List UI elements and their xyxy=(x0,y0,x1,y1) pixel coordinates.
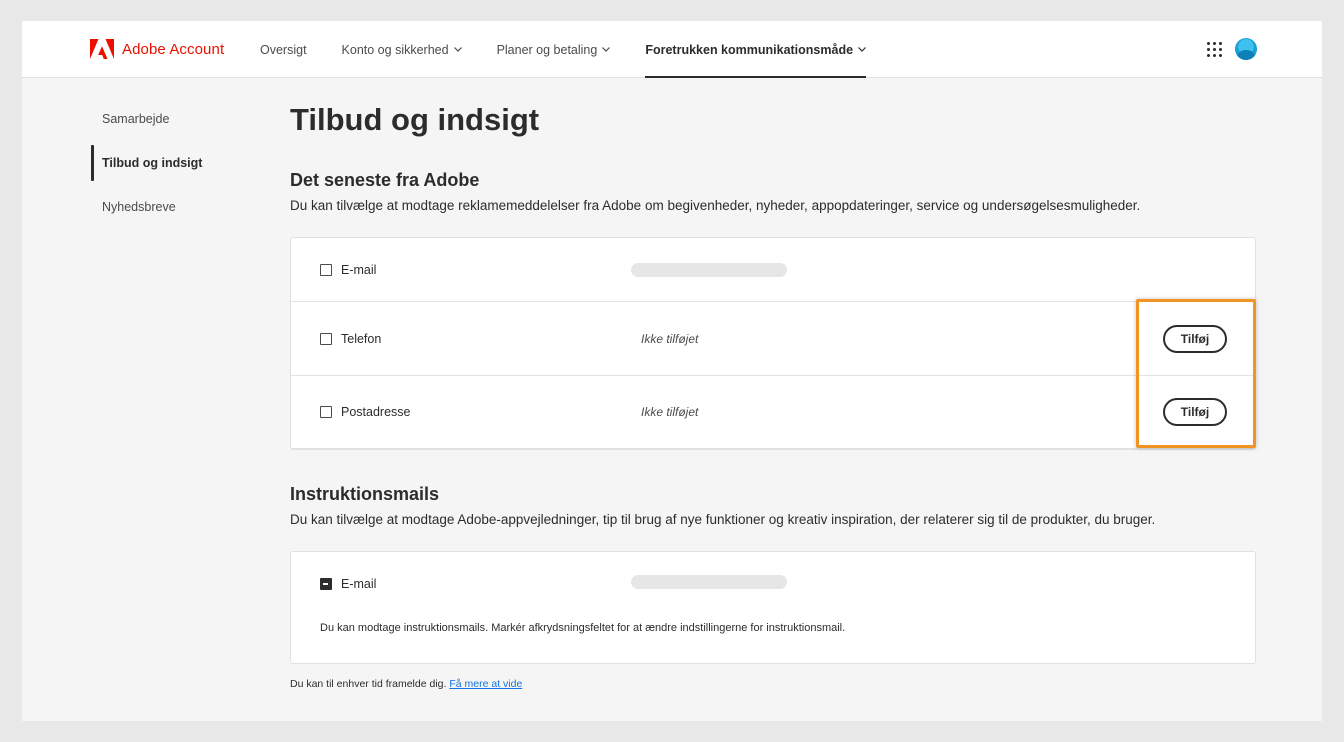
phone-checkbox[interactable] xyxy=(320,332,332,345)
instructions-email-checkbox[interactable] xyxy=(320,578,332,590)
row-label: Postadresse xyxy=(341,405,411,419)
adobe-logo-icon xyxy=(90,39,114,59)
chevron-down-icon xyxy=(602,47,611,52)
nav-item-oversigt[interactable]: Oversigt xyxy=(260,21,307,78)
brand[interactable]: Adobe Account xyxy=(90,39,224,59)
top-navigation-bar: Adobe Account Oversigt Konto og sikkerhe… xyxy=(22,21,1322,78)
section-description-latest: Du kan tilvælge at modtage reklamemeddel… xyxy=(290,198,1141,213)
sidebar: Samarbejde Tilbud og indsigt Nyhedsbreve xyxy=(90,101,270,233)
email-checkbox[interactable] xyxy=(320,263,332,276)
nav-label: Planer og betaling xyxy=(496,42,598,57)
learn-more-link[interactable]: Få mere at vide xyxy=(449,678,522,690)
preference-row-email: E-mail xyxy=(291,238,1255,302)
nav-item-planer-og-betaling[interactable]: Planer og betaling xyxy=(497,21,611,78)
sidebar-item-nyhedsbreve[interactable]: Nyhedsbreve xyxy=(90,189,270,225)
preference-row-postadresse: Postadresse Ikke tilføjet Tilføj xyxy=(291,376,1255,449)
preference-row-telefon: Telefon Ikke tilføjet Tilføj xyxy=(291,302,1255,376)
chevron-down-icon xyxy=(858,47,866,52)
sidebar-item-label: Tilbud og indsigt xyxy=(102,156,203,170)
add-address-button[interactable]: Tilføj xyxy=(1163,398,1227,426)
instructions-card: E-mail Du kan modtage instruktionsmails.… xyxy=(290,551,1256,664)
sidebar-item-tilbud-og-indsigt[interactable]: Tilbud og indsigt xyxy=(90,145,270,181)
instructions-note: Du kan modtage instruktionsmails. Markér… xyxy=(320,622,846,634)
nav-label: Oversigt xyxy=(260,42,307,57)
brand-name: Adobe Account xyxy=(122,40,225,58)
nav-item-foretrukken-kommunikationsmade[interactable]: Foretrukken kommunikationsmåde xyxy=(645,21,866,78)
sidebar-item-label: Nyhedsbreve xyxy=(102,200,176,214)
address-checkbox[interactable] xyxy=(320,406,332,418)
footer-text: Du kan til enhver tid framelde dig. xyxy=(290,678,447,690)
nav-item-konto-og-sikkerhed[interactable]: Konto og sikkerhed xyxy=(342,21,462,78)
status-text: Ikke tilføjet xyxy=(641,331,699,346)
main-content: Tilbud og indsigt Det seneste fra Adobe … xyxy=(290,101,1256,690)
sidebar-item-label: Samarbejde xyxy=(102,112,170,126)
footer-note: Du kan til enhver tid framelde dig. Få m… xyxy=(290,678,1256,690)
row-label: Telefon xyxy=(341,331,382,346)
chevron-down-icon xyxy=(453,47,462,52)
page-title: Tilbud og indsigt xyxy=(290,102,540,137)
nav-label: Foretrukken kommunikationsmåde xyxy=(645,42,854,57)
add-phone-button[interactable]: Tilføj xyxy=(1163,324,1227,353)
latest-preferences-card: E-mail Telefon Ikke tilføjet Tilføj Post… xyxy=(290,237,1256,450)
row-label: E-mail xyxy=(341,577,377,591)
avatar[interactable] xyxy=(1235,38,1257,60)
section-description-instructions: Du kan tilvælge at modtage Adobe-appvejl… xyxy=(290,512,1156,527)
grid-apps-icon[interactable] xyxy=(1207,42,1222,57)
section-title-instructions: Instruktionsmails xyxy=(290,484,440,504)
email-value-placeholder xyxy=(631,262,787,277)
nav-label: Konto og sikkerhed xyxy=(341,42,449,57)
section-title-latest: Det seneste fra Adobe xyxy=(290,170,480,190)
page-frame: Adobe Account Oversigt Konto og sikkerhe… xyxy=(22,21,1322,721)
sidebar-item-samarbejde[interactable]: Samarbejde xyxy=(90,101,270,137)
status-text: Ikke tilføjet xyxy=(641,405,699,419)
row-label: E-mail xyxy=(341,262,377,277)
main-nav: Oversigt Konto og sikkerhed Planer og be… xyxy=(260,21,901,78)
email-value-placeholder xyxy=(631,575,787,589)
